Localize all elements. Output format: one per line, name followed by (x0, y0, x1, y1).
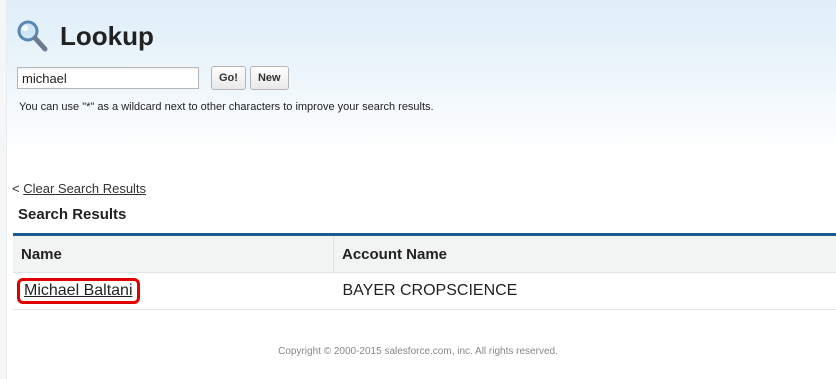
clear-search-results-link[interactable]: Clear Search Results (23, 181, 146, 196)
cell-account-name: BAYER CROPSCIENCE (333, 272, 836, 310)
search-form: Go! New (17, 66, 289, 90)
column-header-account-name[interactable]: Account Name (333, 236, 836, 273)
left-edge-bar (0, 0, 7, 379)
result-name-link[interactable]: Michael Baltani (24, 282, 133, 299)
table-row: Michael Baltani BAYER CROPSCIENCE (13, 272, 836, 310)
page-header: Lookup (14, 14, 154, 58)
search-input[interactable] (17, 67, 199, 89)
search-hint: You can use "*" as a wildcard next to ot… (19, 101, 434, 113)
search-results-table: Name Account Name Michael Baltani BAYER … (13, 233, 836, 310)
column-header-name[interactable]: Name (13, 236, 334, 273)
table-header-row: Name Account Name (13, 236, 836, 273)
new-button[interactable]: New (249, 66, 289, 90)
clear-results-prefix: < (12, 181, 20, 196)
magnifier-icon (14, 18, 50, 54)
cell-name: Michael Baltani (13, 272, 334, 310)
highlight-box: Michael Baltani (17, 278, 140, 304)
clear-results-row: < Clear Search Results (12, 181, 146, 196)
copyright-footer: Copyright © 2000-2015 salesforce.com, in… (278, 346, 558, 357)
search-results-title: Search Results (18, 206, 127, 223)
go-button[interactable]: Go! (211, 66, 246, 90)
page-title: Lookup (60, 20, 154, 51)
